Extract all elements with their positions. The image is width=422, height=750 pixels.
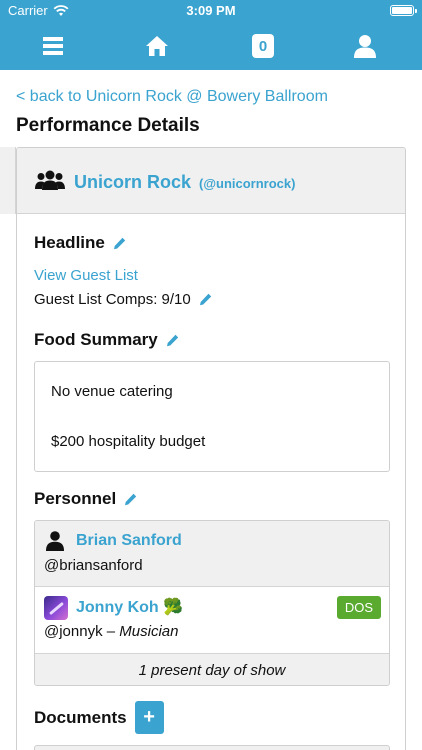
personnel-role: Musician xyxy=(119,623,179,640)
view-guest-list-link[interactable]: View Guest List xyxy=(34,267,138,284)
personnel-handle: @jonnyk xyxy=(44,623,103,640)
personnel-list: Brian Sanford @briansanford Jonny Koh 🥦 … xyxy=(34,520,390,686)
menu-icon xyxy=(43,37,63,55)
food-line: No venue catering xyxy=(51,383,173,400)
artist-header: Unicorn Rock (@unicornrock) xyxy=(17,148,405,214)
pencil-icon[interactable] xyxy=(113,237,126,250)
food-summary-box: No venue catering $200 hospitality budge… xyxy=(34,361,390,472)
user-icon xyxy=(354,35,376,58)
documents-list xyxy=(34,745,390,750)
add-document-button[interactable]: + xyxy=(134,701,164,734)
battery-icon xyxy=(390,5,417,16)
page-title: Performance Details xyxy=(16,115,200,136)
home-icon xyxy=(146,36,168,56)
pencil-icon[interactable] xyxy=(124,493,137,506)
personnel-heading: Personnel xyxy=(34,489,137,509)
menu-button[interactable] xyxy=(33,30,73,62)
artist-name[interactable]: Unicorn Rock xyxy=(74,172,191,193)
profile-button[interactable] xyxy=(345,30,385,62)
avatar xyxy=(44,596,68,620)
pencil-icon[interactable] xyxy=(199,293,212,306)
personnel-title: Personnel xyxy=(34,489,117,508)
status-bar: Carrier 3:09 PM xyxy=(0,0,422,22)
personnel-footer: 1 present day of show xyxy=(35,654,389,685)
food-summary-title: Food Summary xyxy=(34,330,158,349)
food-line: $200 hospitality budget xyxy=(51,433,206,450)
artist-handle: (@unicornrock) xyxy=(199,176,296,191)
personnel-name[interactable]: Brian Sanford xyxy=(76,532,182,550)
documents-title: Documents xyxy=(34,707,127,727)
personnel-row[interactable]: Jonny Koh 🥦 DOS @jonnyk – Musician xyxy=(35,587,389,654)
pencil-icon[interactable] xyxy=(166,334,179,347)
top-bar: Carrier 3:09 PM 0 xyxy=(0,0,422,70)
handle-role-separator: – xyxy=(102,623,120,640)
guest-list-comps-text: Guest List Comps: 9/10 xyxy=(34,291,191,308)
headline-title: Headline xyxy=(34,233,105,252)
group-icon xyxy=(35,170,65,190)
nav-bar: 0 xyxy=(0,24,422,68)
personnel-name-line: Jonny Koh 🥦 xyxy=(76,597,183,617)
personnel-row[interactable]: Brian Sanford @briansanford xyxy=(35,521,389,587)
personnel-handle-line: @jonnyk – Musician xyxy=(44,623,178,640)
notification-count-badge: 0 xyxy=(252,34,274,58)
broccoli-emoji: 🥦 xyxy=(163,599,184,616)
guest-list-comps: Guest List Comps: 9/10 xyxy=(34,291,212,308)
home-button[interactable] xyxy=(137,30,177,62)
personnel-handle: @briansanford xyxy=(44,557,143,574)
headline-heading: Headline xyxy=(34,233,126,253)
documents-heading: Documents + xyxy=(34,701,164,734)
dos-badge: DOS xyxy=(336,596,381,619)
person-icon xyxy=(46,531,64,551)
food-summary-heading: Food Summary xyxy=(34,330,179,350)
personnel-name[interactable]: Jonny Koh xyxy=(76,599,159,616)
back-link[interactable]: < back to Unicorn Rock @ Bowery Ballroom xyxy=(16,88,328,106)
performance-card: Unicorn Rock (@unicornrock) Headline Vie… xyxy=(16,147,406,750)
side-panel-edge xyxy=(0,147,16,214)
status-time: 3:09 PM xyxy=(186,3,236,18)
notifications-button[interactable]: 0 xyxy=(243,30,283,62)
